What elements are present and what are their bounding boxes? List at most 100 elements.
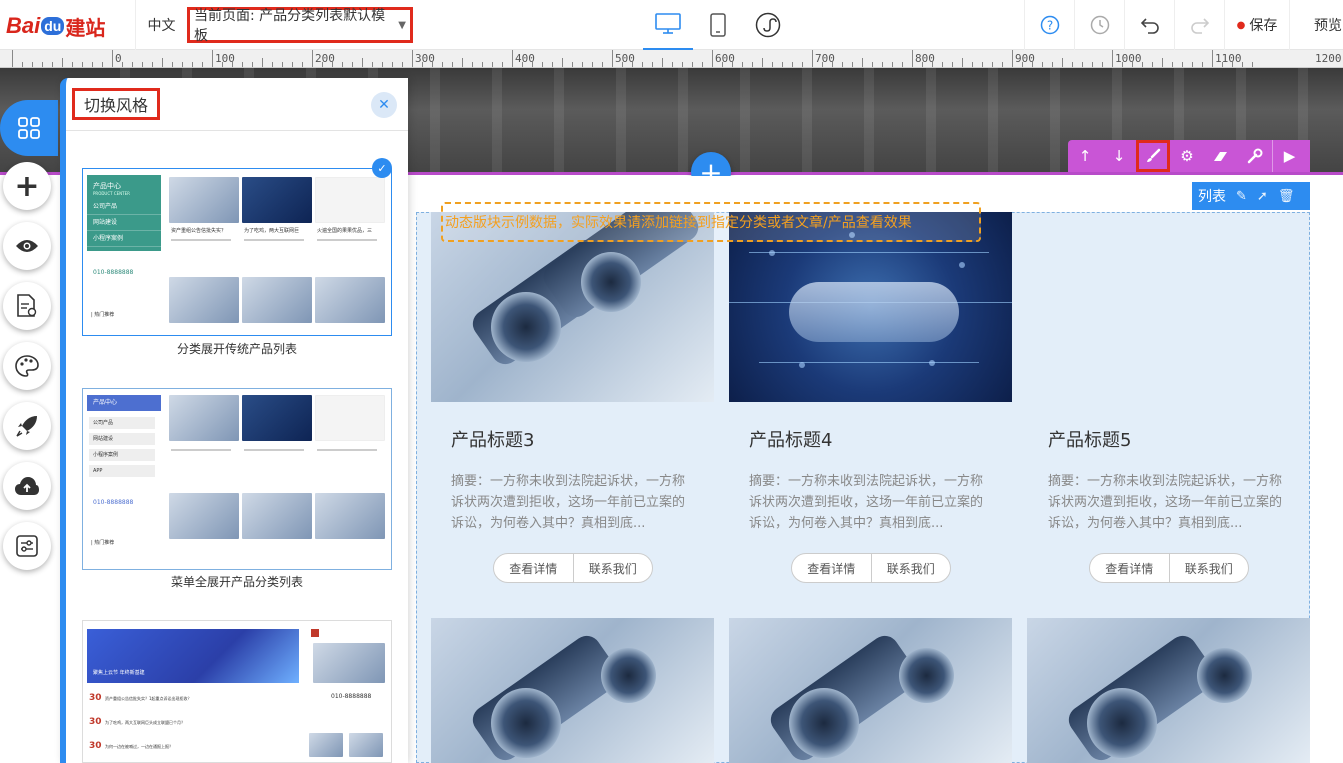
product-image[interactable] [1027, 618, 1310, 763]
view-details-button[interactable]: 查看详情 [494, 554, 574, 582]
banner-pillar [430, 68, 440, 172]
product-title[interactable]: 产品标题5 [1048, 426, 1131, 452]
arrow-down-icon[interactable]: ↓ [1102, 140, 1136, 172]
thumb-news-line: 资产重组公告信批失实？1起重点诉讼出现拒收？ [105, 696, 192, 701]
send-icon[interactable]: ➚ [1257, 189, 1268, 204]
module-tag-label: 列表 [1198, 189, 1226, 205]
ruler-tick [252, 62, 253, 67]
ruler-tick [1112, 50, 1113, 67]
product-summary: 摘要：一方称未收到法院起诉状，一方称诉状两次遭到拒收，这场一年前已立案的诉讼，为… [1048, 474, 1283, 531]
brush-icon[interactable] [1136, 140, 1170, 172]
thumb-side-title: 产品中心 [93, 182, 121, 190]
language-switch[interactable]: 中文 [135, 0, 187, 50]
thumb-side-sub: PRODUCT CENTER [93, 191, 130, 196]
preview-button[interactable]: 预览 [1289, 0, 1343, 50]
arrow-up-icon[interactable]: ↑ [1068, 140, 1102, 172]
wrench-icon[interactable] [1238, 140, 1272, 172]
ruler-tick [1012, 50, 1013, 67]
ruler-tick [212, 50, 213, 67]
undo-icon [1140, 18, 1159, 34]
gear-icon[interactable]: ⚙ [1170, 140, 1204, 172]
style-caption: 菜单全展开产品分类列表 [170, 575, 303, 589]
product-title[interactable]: 产品标题4 [749, 426, 832, 452]
unsaved-dot-icon: ● [1236, 19, 1246, 31]
ruler-tick [862, 58, 863, 67]
publish-button[interactable] [3, 402, 51, 450]
edit-icon[interactable]: ✎ [1236, 189, 1247, 204]
product-image[interactable] [729, 618, 1012, 763]
save-button[interactable]: ● 保存 [1224, 0, 1289, 50]
thumb-banner-text: 聚焦上云节 年终新基建 [93, 670, 145, 676]
product-image[interactable] [431, 618, 714, 763]
thumb-side-item: 网站建设 [89, 433, 155, 445]
product-title[interactable]: 产品标题3 [451, 426, 534, 452]
baidu-logo[interactable]: Bai du 建站 [6, 8, 105, 44]
panel-divider [66, 130, 408, 131]
ruler-tick [1082, 62, 1083, 67]
contact-us-button[interactable]: 联系我们 [574, 554, 653, 582]
desktop-view-button[interactable] [643, 0, 693, 50]
page-settings-button[interactable] [3, 282, 51, 330]
ruler-tick [172, 62, 173, 67]
preview-label: 预览 [1314, 18, 1342, 34]
ruler-tick [962, 58, 963, 67]
save-label: 保存 [1249, 18, 1278, 34]
thumb-side-item: 网站建设 [87, 215, 161, 231]
ruler-tick [192, 62, 193, 67]
mobile-icon [710, 13, 726, 37]
ruler-tick [742, 62, 743, 67]
undo-button[interactable] [1124, 0, 1174, 50]
settings-panel-button[interactable] [3, 522, 51, 570]
current-page-select[interactable]: 当前页面: 产品分类列表默认模板 ▼ [187, 7, 413, 44]
thumb-hot: | 热门推荐 [91, 540, 115, 546]
view-details-button[interactable]: 查看详情 [1090, 554, 1170, 582]
chevron-down-icon: ▼ [398, 19, 406, 31]
mobile-view-button[interactable] [693, 0, 743, 50]
ruler-tick [902, 62, 903, 67]
history-button[interactable] [1074, 0, 1124, 50]
ruler-tick [952, 62, 953, 67]
thumb-news-line: 为了吃鸡，两大互联网巨头成立联盟已个月？ [105, 720, 185, 725]
mini-program-icon [755, 12, 781, 38]
upload-button[interactable] [3, 462, 51, 510]
style-option-1[interactable]: 产品中心 PRODUCT CENTER 公司产品 网站建设 小程序案例 APP … [82, 168, 392, 336]
ruler-label: 1100 [1215, 52, 1242, 65]
ruler-tick [892, 62, 893, 67]
ruler-tick [582, 62, 583, 67]
thumb-day: 30 [89, 717, 102, 727]
add-module-button[interactable]: + [3, 162, 51, 210]
ruler-tick [482, 62, 483, 67]
help-button[interactable]: ? [1024, 0, 1074, 50]
ruler-tick [882, 62, 883, 67]
view-details-button[interactable]: 查看详情 [792, 554, 872, 582]
ruler-tick [32, 62, 33, 67]
style-option-3[interactable]: 聚焦上云节 年终新基建 010-8888888 30 资产重组公告信批失实？1起… [82, 620, 392, 763]
trash-icon[interactable]: 🗑 [1278, 189, 1295, 204]
style-option-2[interactable]: 产品中心 公司产品 网站建设 小程序案例 APP 010-8888888 | 热… [82, 388, 392, 570]
play-icon[interactable]: ▶ [1272, 140, 1306, 172]
ruler-tick [292, 62, 293, 67]
contact-us-button[interactable]: 联系我们 [872, 554, 951, 582]
thumb-phone: 010-8888888 [93, 499, 134, 506]
mini-program-view-button[interactable] [743, 0, 793, 50]
sidebar-style-button[interactable] [0, 100, 58, 156]
banner-pillar [988, 68, 998, 172]
product-actions: 查看详情 联系我们 [791, 553, 951, 583]
thumb-caption: 资产重组公告信批失实？ [171, 228, 227, 234]
ruler-tick [1142, 62, 1143, 67]
palette-icon [15, 355, 39, 377]
contact-us-button[interactable]: 联系我们 [1170, 554, 1249, 582]
plus-icon: + [14, 168, 40, 204]
ruler-tick [1102, 62, 1103, 67]
ruler-tick [242, 62, 243, 67]
redo-button[interactable] [1174, 0, 1224, 50]
theme-button[interactable] [3, 342, 51, 390]
ruler-tick [1192, 62, 1193, 67]
style-caption: 分类展开传统产品列表 [176, 342, 297, 356]
ruler-tick [972, 62, 973, 67]
ruler-label: 900 [1015, 52, 1035, 65]
ruler-tick [782, 62, 783, 67]
preview-eye-button[interactable] [3, 222, 51, 270]
close-panel-button[interactable]: ✕ [371, 92, 397, 118]
eraser-icon[interactable] [1204, 140, 1238, 172]
